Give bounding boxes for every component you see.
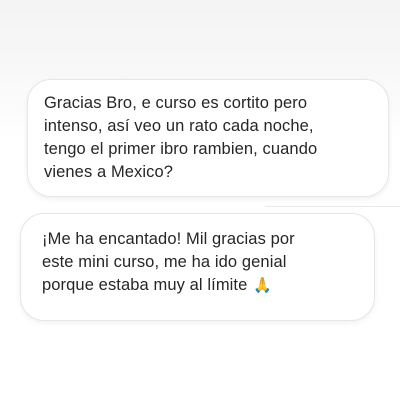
chat-screen: Gracias Bro, e curso es cortito pero int…	[0, 0, 400, 400]
message-text-line: porque estaba muy al límite 🙏	[42, 274, 358, 297]
message-bubble[interactable]: Gracias Bro, e curso es cortito pero int…	[27, 79, 389, 197]
message-text-line: Gracias Bro, e curso es cortito pero	[44, 94, 308, 112]
message-text-line: vienes a Mexico?	[44, 163, 174, 181]
message-bubble[interactable]: ¡Me ha encantado! Mil gracias por este m…	[20, 213, 375, 321]
message-text-line: tengo el primer ibro rambien, cuando	[44, 140, 318, 158]
divider	[265, 206, 400, 207]
message-text-fragment: porque estaba muy al límite	[42, 276, 248, 294]
message-text-line: ¡Me ha encantado! Mil gracias por	[42, 230, 295, 248]
message-text-line: intenso, así veo un rato cada noche,	[44, 117, 314, 135]
message-text-line: este mini curso, me ha ido genial	[42, 253, 287, 271]
folded-hands-icon: 🙏	[253, 277, 273, 294]
